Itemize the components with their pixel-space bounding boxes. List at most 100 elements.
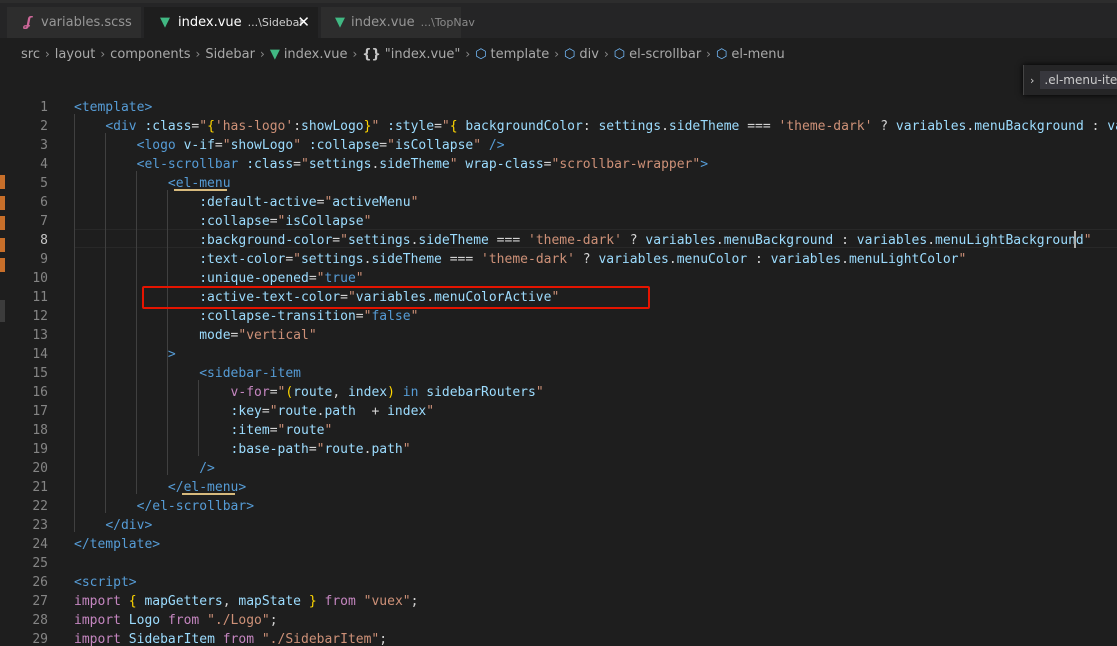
breadcrumb-item[interactable]: src (21, 47, 40, 62)
code-token: settings (300, 252, 364, 267)
code-line[interactable]: 14 > (0, 345, 1117, 364)
code-line[interactable]: 12 :collapse-transition="false" (0, 307, 1117, 326)
breadcrumb-item[interactable]: components (110, 47, 190, 62)
code-token: = (293, 157, 301, 172)
line-number: 20 (32, 461, 48, 476)
line-code: :collapse="isCollapse" (74, 212, 371, 231)
code-token: <sidebar-item (199, 366, 301, 381)
line-number: 13 (32, 328, 48, 343)
code-line[interactable]: 21 </el-menu> (0, 478, 1117, 497)
code-line[interactable]: 28 import Logo from "./Logo"; (0, 611, 1117, 630)
line-code: import SidebarItem from "./SidebarItem"; (74, 630, 387, 646)
breadcrumb-item[interactable]: layout (55, 47, 96, 62)
code-line[interactable]: 19 :base-path="route.path" (0, 440, 1117, 459)
breadcrumb-item[interactable]: el-menu (731, 47, 784, 62)
line-number: 14 (32, 347, 48, 362)
code-line[interactable]: 7 :collapse="isCollapse" (0, 212, 1117, 231)
line-code: > (74, 345, 176, 364)
code-line[interactable]: 5 <el-menu (0, 174, 1117, 193)
breadcrumb-item[interactable]: Sidebar (205, 47, 255, 62)
code-line[interactable]: 18 :item="route" (0, 421, 1117, 440)
line-number: 6 (40, 195, 48, 210)
code-token: 'theme-dark' (528, 233, 622, 248)
code-token: settings (308, 157, 372, 172)
code-token: = (379, 138, 388, 153)
code-line[interactable]: 29 import SidebarItem from "./SidebarItem… (0, 630, 1117, 646)
text-cursor (1074, 231, 1076, 248)
code-token: route (277, 404, 317, 419)
code-line[interactable]: 16 v-for= " (route, index) in sidebarRoute… (0, 383, 1117, 402)
code-editor[interactable]: 1 <template> 2 <div :class="{'has-logo':sh… (0, 92, 1117, 646)
code-line[interactable]: 8 :background-color="settings.sideTheme … (0, 231, 1117, 250)
breadcrumb-item[interactable]: template (491, 47, 550, 62)
code-line[interactable]: 6 :default-active="activeMenu" (0, 193, 1117, 212)
vue-icon: ▼ (269, 46, 280, 62)
line-code: <template> (74, 98, 152, 117)
breadcrumb-item[interactable]: index.vue (284, 47, 348, 62)
line-number: 16 (32, 385, 48, 400)
code-token: </template> (74, 537, 161, 552)
code-token: import (74, 594, 121, 609)
code-line[interactable]: 1 <template> (0, 98, 1117, 117)
code-token: import (74, 632, 121, 646)
code-token: = (543, 157, 552, 172)
code-line[interactable]: 2 <div :class="{'has-logo':showLogo}" :s… (0, 117, 1117, 136)
close-icon[interactable]: ✕ (297, 13, 310, 31)
code-token: isCollapse (285, 214, 364, 229)
code-line[interactable]: 4 <el-scrollbar :class="settings.sideThe… (0, 155, 1117, 174)
line-number: 28 (32, 613, 48, 628)
chevron-right-icon: › (554, 47, 560, 61)
code-token: settings (347, 233, 411, 248)
code-line[interactable]: 15 <sidebar-item (0, 364, 1117, 383)
tab-variables-scss[interactable]: ʆ variables.scss (7, 7, 141, 38)
sticky-scroll-widget[interactable]: › .el-menu-item (1023, 65, 1117, 95)
code-line[interactable]: 17 :key="route.path + index" (0, 402, 1117, 421)
line-number: 24 (32, 537, 48, 552)
code-line[interactable]: 25 (0, 554, 1117, 573)
code-line[interactable]: 3 <logo v-if="showLogo" :collapse="isCol… (0, 136, 1117, 155)
line-number: 10 (32, 271, 48, 286)
code-line[interactable]: 22 </el-scrollbar> (0, 497, 1117, 516)
code-token: <script> (74, 575, 137, 590)
breadcrumb-item[interactable]: "index.vue" (385, 47, 461, 62)
breadcrumb-item[interactable]: div (579, 47, 599, 62)
code-token: . (715, 233, 724, 248)
code-line[interactable]: 9 :text-color="settings.sideTheme === 't… (0, 250, 1117, 269)
code-line[interactable]: 24 </template> (0, 535, 1117, 554)
code-line[interactable]: 26 <script> (0, 573, 1117, 592)
code-token: :base-path (230, 442, 309, 457)
line-code: </template> (74, 535, 160, 554)
code-token: variables (895, 119, 967, 134)
code-line[interactable]: 23 </div> (0, 516, 1117, 535)
code-token: = (269, 385, 278, 400)
breadcrumb-item[interactable]: el-scrollbar (629, 47, 701, 62)
code-token: . (841, 252, 849, 267)
chevron-right-icon: › (44, 47, 50, 61)
code-token: " (293, 252, 301, 267)
code-line[interactable]: 27 import { mapGetters, mapState } from "… (0, 592, 1117, 611)
code-line[interactable]: 13 mode="vertical" (0, 326, 1117, 345)
code-token: settings (598, 119, 662, 134)
tab-label: index.vue (351, 15, 415, 30)
tab-index-vue-sidebar[interactable]: ▼ index.vue ...\Sidebar ✕ (144, 7, 318, 38)
code-line[interactable]: 20 /> (0, 459, 1117, 478)
code-token: </el-scrollbar> (136, 499, 255, 514)
tab-index-vue-topnav[interactable]: ▼ index.vue ...\TopNav (321, 7, 475, 38)
tab-description: ...\TopNav (420, 16, 475, 29)
code-token: " (410, 195, 419, 210)
